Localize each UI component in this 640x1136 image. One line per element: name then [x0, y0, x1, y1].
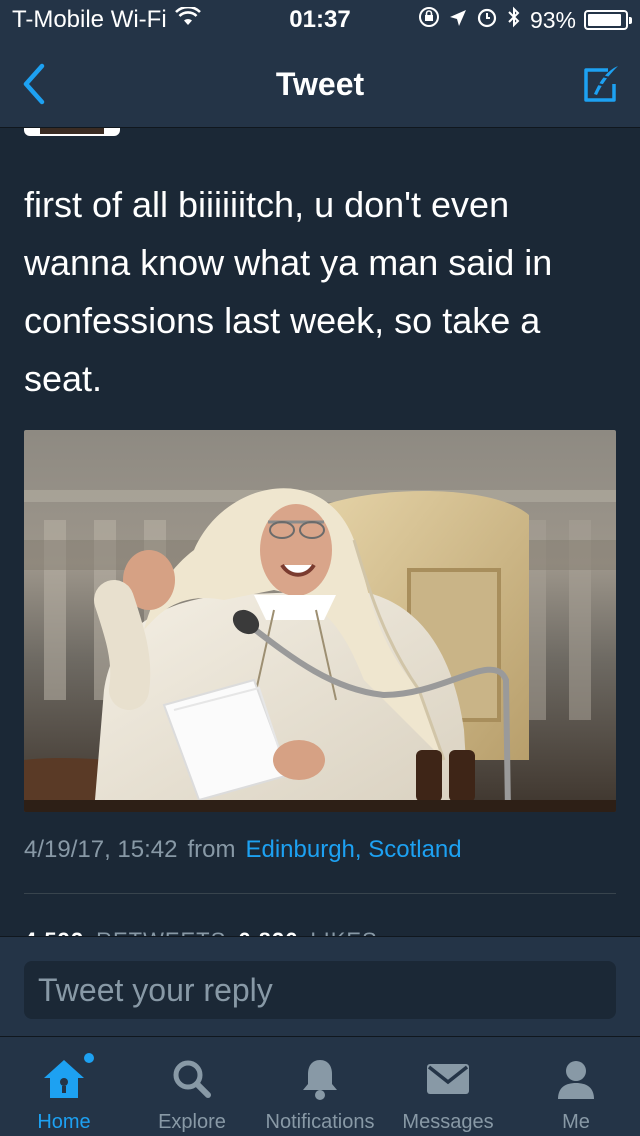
tab-explore[interactable]: Explore	[128, 1037, 256, 1136]
tab-messages[interactable]: Messages	[384, 1037, 512, 1136]
tab-notifications[interactable]: Notifications	[256, 1037, 384, 1136]
tweet-text: first of all biiiiiitch, u don't even wa…	[24, 184, 553, 399]
compose-button[interactable]	[574, 60, 626, 108]
tweet-stats[interactable]: 4,592 RETWEETS 6,826 LIKES	[24, 920, 378, 936]
reply-bar	[0, 936, 640, 1036]
tab-home[interactable]: Home	[0, 1037, 128, 1136]
battery-icon	[584, 10, 632, 30]
divider	[24, 893, 616, 894]
status-bar: T-Mobile Wi-Fi 01:37 93%	[0, 0, 640, 40]
retweets-label: RETWEETS	[96, 928, 226, 936]
reply-input[interactable]	[24, 961, 616, 1019]
bell-icon	[296, 1055, 344, 1103]
tweet-meta: 4/19/17, 15:42 from Edinburgh, Scotland	[24, 836, 462, 864]
nav-bar: Tweet	[0, 40, 640, 128]
carrier-label: T-Mobile Wi-Fi	[12, 6, 167, 33]
tweet-timestamp: 4/19/17, 15:42	[24, 836, 178, 863]
tab-label-me: Me	[562, 1111, 590, 1133]
wifi-icon	[174, 5, 201, 34]
tab-label-notifications: Notifications	[265, 1111, 375, 1133]
tweet-location-link[interactable]: Edinburgh, Scotland	[245, 836, 461, 864]
tab-label-messages: Messages	[402, 1111, 494, 1133]
tab-bar: Home Explore Notifications Messages Me	[0, 1036, 640, 1136]
likes-label: LIKES	[310, 928, 377, 936]
home-icon	[40, 1055, 88, 1103]
from-label: from	[187, 836, 236, 863]
battery-percent: 93%	[529, 6, 576, 33]
avatar[interactable]	[24, 128, 120, 136]
alarm-icon	[476, 6, 498, 34]
tweet-photo[interactable]	[24, 430, 616, 812]
tab-me[interactable]: Me	[512, 1037, 640, 1136]
envelope-icon	[424, 1055, 472, 1103]
photo-illustration	[24, 430, 616, 812]
new-content-dot	[84, 1053, 94, 1063]
location-arrow-icon	[448, 7, 468, 34]
orientation-lock-icon	[418, 6, 440, 34]
compose-tweet-icon	[584, 66, 618, 102]
likes-count: 6,826	[238, 928, 298, 936]
tab-label-home: Home	[37, 1111, 91, 1133]
person-icon	[552, 1055, 600, 1103]
page-title: Tweet	[275, 66, 365, 102]
tab-label-explore: Explore	[158, 1111, 226, 1133]
bluetooth-icon	[506, 5, 522, 35]
retweets-count: 4,592	[24, 928, 84, 936]
search-icon	[168, 1055, 216, 1103]
